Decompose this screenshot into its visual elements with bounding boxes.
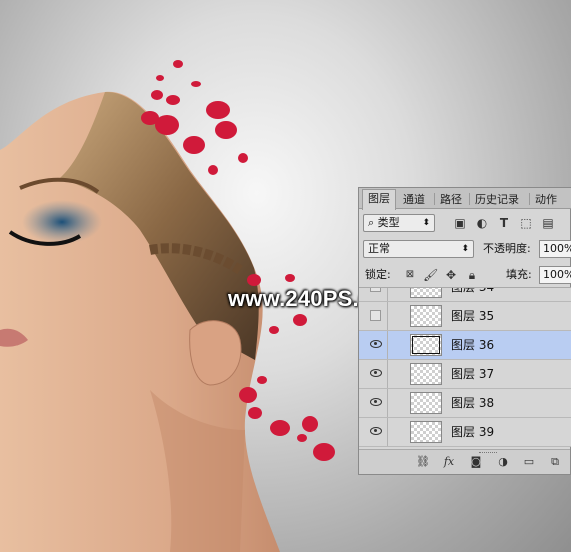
blend-mode-select[interactable]: 正常 ⬍: [363, 240, 474, 258]
fill-field[interactable]: 100%: [539, 266, 571, 284]
eye-icon: [370, 427, 382, 435]
layer-row-selected[interactable]: 图层 36: [359, 331, 571, 360]
fill-label: 填充:: [506, 268, 532, 281]
blend-row: 正常 ⬍ 不透明度: 100%: [359, 238, 571, 260]
layer-name: 图层 39: [451, 425, 495, 439]
updown-arrow-icon: ⬍: [422, 218, 430, 228]
layer-row[interactable]: 图层 38: [359, 389, 571, 418]
opacity-label: 不透明度:: [483, 242, 531, 255]
layers-list: 图层 34 图层 35 图层 36 图层 37 图层 38 图层 39: [359, 287, 571, 452]
visibility-toggle[interactable]: [363, 331, 388, 359]
visibility-toggle[interactable]: [363, 418, 388, 446]
lock-row: 锁定: ⊠ 🖌︎ ✥ 🔒︎ 填充: 100%: [359, 266, 571, 286]
layer-row[interactable]: 图层 37: [359, 360, 571, 389]
link-icon[interactable]: ⛓︎: [416, 455, 430, 469]
layer-thumbnail: [410, 334, 442, 356]
visibility-toggle[interactable]: [363, 360, 388, 388]
hidden-visibility-box: [370, 288, 381, 292]
lock-label: 锁定:: [365, 268, 391, 281]
type-filter-icon[interactable]: T: [497, 216, 511, 230]
eye-icon: [370, 369, 382, 377]
layer-thumbnail: [410, 363, 442, 385]
lock-position-move-icon[interactable]: ✥: [444, 268, 458, 282]
visibility-toggle[interactable]: [363, 288, 388, 301]
panel-tabs: 图层 通道 路径 历史记录 动作: [359, 188, 571, 210]
lock-all-icon[interactable]: 🔒︎: [465, 268, 479, 282]
new-layer-icon[interactable]: ⧉: [548, 455, 562, 469]
panel-footer: ⛓︎ fx ◙ ◑ ▭ ⧉: [359, 449, 570, 474]
layer-row[interactable]: 图层 35: [359, 302, 571, 331]
shape-filter-icon[interactable]: ⬚: [519, 216, 533, 230]
tab-paths[interactable]: 路径: [435, 191, 467, 208]
eye-icon: [370, 340, 382, 348]
opacity-field[interactable]: 100%: [539, 240, 571, 258]
tab-actions[interactable]: 动作: [530, 191, 562, 208]
folder-icon[interactable]: ▭: [522, 455, 536, 469]
visibility-toggle[interactable]: [363, 389, 388, 417]
layer-thumbnail: [410, 305, 442, 327]
adjustment-filter-icon[interactable]: ◐: [475, 216, 489, 230]
layer-name: 图层 38: [451, 396, 495, 410]
search-icon: ⌕: [368, 216, 378, 229]
layer-row[interactable]: 图层 34: [359, 287, 571, 302]
mask-icon[interactable]: ◙: [469, 455, 483, 469]
tab-history[interactable]: 历史记录: [470, 191, 524, 208]
image-filter-icon[interactable]: ▣: [453, 216, 467, 230]
lock-paint-brush-icon[interactable]: 🖌︎: [423, 268, 438, 282]
updown-arrow-icon: ⬍: [461, 244, 469, 254]
hidden-visibility-box: [370, 310, 381, 321]
eye-icon: [370, 398, 382, 406]
eyeshadow: [22, 200, 102, 244]
blend-mode-value: 正常: [368, 242, 390, 255]
layer-name: 图层 36: [451, 338, 495, 352]
layer-thumbnail: [410, 392, 442, 414]
layer-name: 图层 34: [451, 287, 495, 294]
layer-row[interactable]: 图层 39: [359, 418, 571, 447]
layer-name: 图层 35: [451, 309, 495, 323]
adjustment-icon[interactable]: ◑: [496, 455, 510, 469]
visibility-toggle[interactable]: [363, 302, 388, 330]
filter-row: ⌕ 类型 ⬍ ▣ ◐ T ⬚ ▤: [359, 211, 571, 235]
smart-object-filter-icon[interactable]: ▤: [541, 216, 555, 230]
layer-thumbnail: [410, 421, 442, 443]
layer-thumbnail: [410, 288, 442, 298]
tab-layers[interactable]: 图层: [362, 189, 396, 210]
filter-kind-select[interactable]: ⌕ 类型 ⬍: [363, 214, 435, 232]
layer-name: 图层 37: [451, 367, 495, 381]
lock-transparent-icon[interactable]: ⊠: [403, 268, 417, 282]
fx-icon[interactable]: fx: [442, 455, 456, 469]
tab-channels[interactable]: 通道: [398, 191, 430, 208]
filter-kind-value: 类型: [377, 216, 400, 229]
layers-panel: 图层 通道 路径 历史记录 动作 ⌕ 类型 ⬍ ▣ ◐ T ⬚ ▤ 正常 ⬍ 不…: [358, 187, 571, 475]
